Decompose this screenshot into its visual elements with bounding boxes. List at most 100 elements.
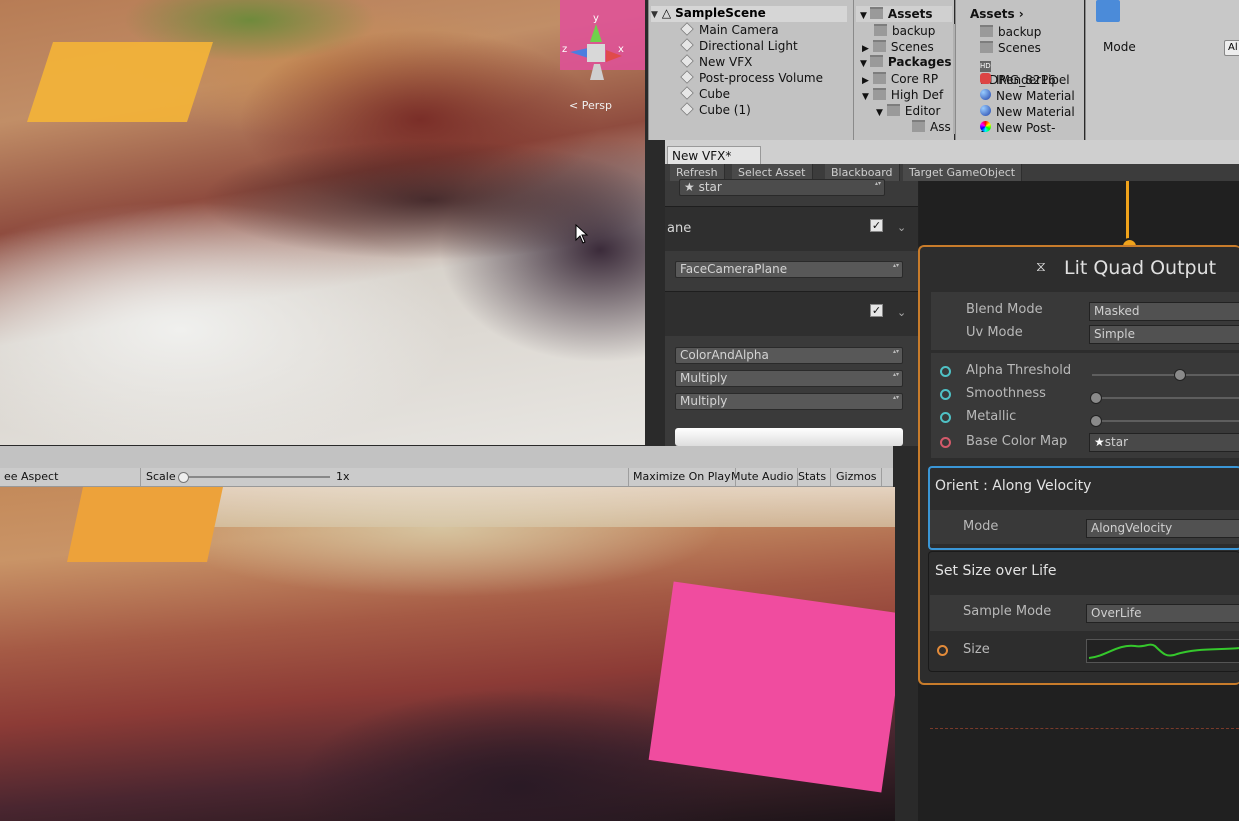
mouse-cursor-icon: [575, 224, 589, 244]
persp-label[interactable]: < Persp: [569, 99, 612, 112]
hierarchy-item-post-process[interactable]: Post-process Volume: [680, 70, 823, 86]
project-folder-backup[interactable]: backup: [874, 23, 935, 39]
project-packages-row[interactable]: ▼ Packages: [860, 55, 952, 69]
star-icon: ★: [684, 180, 695, 194]
scale-value: 1x: [336, 470, 350, 483]
blend-mode-dropdown[interactable]: Masked: [1089, 302, 1239, 321]
asset-scenes[interactable]: Scenes: [980, 40, 1041, 56]
scene-view[interactable]: [0, 0, 645, 445]
hierarchy-item-directional-light[interactable]: Directional Light: [680, 38, 798, 54]
hierarchy-item-cube[interactable]: Cube: [680, 86, 730, 102]
smoothness-port[interactable]: [940, 389, 951, 400]
blend-mode-label: Blend Mode: [966, 302, 1043, 317]
left-section-1-header[interactable]: ane ✓ ⌄: [665, 206, 918, 251]
assets-breadcrumb[interactable]: Assets ›: [970, 7, 1024, 21]
folder-icon: [874, 24, 887, 36]
image-icon: [980, 73, 991, 84]
gizmo-axis-z: z: [562, 44, 567, 55]
base-color-map-label: Base Color Map: [966, 434, 1068, 449]
asset-img-8216[interactable]: IMG_8216: [980, 72, 1056, 88]
assets-panel: Assets › backup Scenes HDHDRenderPipel I…: [955, 0, 1084, 151]
metallic-port[interactable]: [940, 412, 951, 423]
size-curve-field[interactable]: [1086, 639, 1239, 663]
project-folder-core-rp[interactable]: ▶ Core RP: [862, 71, 938, 87]
project-folder-editor[interactable]: ▼ Editor: [876, 103, 940, 119]
metallic-slider[interactable]: [1092, 420, 1239, 422]
folder-icon: [980, 25, 993, 37]
orient-mode-dropdown[interactable]: AlongVelocity: [1086, 519, 1239, 538]
face-camera-dropdown[interactable]: FaceCameraPlane: [675, 261, 903, 278]
alpha-threshold-port[interactable]: [940, 366, 951, 377]
folder-icon: [886, 104, 900, 116]
gizmos-button[interactable]: Gizmos: [832, 468, 882, 486]
maximize-on-play-button[interactable]: Maximize On Play: [628, 468, 736, 486]
alpha-threshold-slider[interactable]: [1092, 374, 1239, 376]
postprocess-icon: [980, 121, 991, 132]
alpha-threshold-knob[interactable]: [1174, 369, 1186, 381]
scale-slider[interactable]: [180, 476, 330, 478]
stats-button[interactable]: Stats: [794, 468, 832, 486]
scale-slider-knob[interactable]: [178, 472, 189, 483]
mute-audio-button[interactable]: Mute Audio: [727, 468, 799, 486]
left-section-2-header[interactable]: ✓ ⌄: [665, 291, 918, 336]
uv-mode-dropdown[interactable]: Simple: [1089, 325, 1239, 344]
size-port[interactable]: [937, 645, 948, 656]
asset-backup[interactable]: backup: [980, 24, 1041, 40]
project-tree-panel: ▼ Assets backup ▶ Scenes ▼ Packages ▶ Core R…: [853, 0, 954, 140]
color-mode-dropdown[interactable]: ColorAndAlpha: [675, 347, 903, 364]
vfx-graph-gutter: [895, 446, 918, 821]
smoothness-label: Smoothness: [966, 386, 1046, 401]
blend-dropdown-2[interactable]: Multiply: [675, 393, 903, 410]
vfx-left-panel: ★ star ane ✓ ⌄ FaceCameraPlane ✓ ⌄ Color…: [665, 179, 919, 446]
vfx-tab[interactable]: New VFX*: [667, 146, 761, 165]
alpha-threshold-label: Alpha Threshold: [966, 363, 1072, 378]
texture-field[interactable]: ★ star: [679, 179, 885, 196]
hierarchy-panel: ▼ △ SampleScene Main Camera Directional Li…: [648, 0, 853, 140]
hierarchy-item-new-vfx[interactable]: New VFX: [680, 54, 752, 70]
asset-new-material[interactable]: New Material: [980, 88, 1075, 104]
chevron-down-icon[interactable]: ⌄: [897, 221, 906, 234]
asset-new-material-1[interactable]: New Material 1: [980, 104, 1084, 135]
node-title: Lit Quad Output: [1064, 257, 1217, 279]
chevron-down-icon[interactable]: ⌄: [897, 306, 906, 319]
asset-hdrenderpipeline[interactable]: HDHDRenderPipel: [980, 56, 1084, 87]
metallic-knob[interactable]: [1090, 415, 1102, 427]
left-section-2-checkbox[interactable]: ✓: [870, 304, 883, 317]
folder-icon: [980, 41, 993, 53]
orient-mode-label: Mode: [963, 519, 999, 534]
inspector-mode-button[interactable]: Al: [1224, 40, 1239, 56]
project-assets-row[interactable]: ▼ Assets: [860, 7, 933, 21]
flow-dashed-line: [930, 728, 1239, 729]
flow-wire: [1126, 181, 1129, 243]
game-yellow-cube: [67, 487, 223, 562]
base-color-map-field[interactable]: ★star: [1089, 433, 1239, 452]
game-tab-strip: [0, 446, 893, 468]
gameobject-icon: [680, 22, 694, 36]
aspect-dropdown[interactable]: ee Aspect: [0, 468, 141, 486]
game-view[interactable]: [0, 487, 895, 821]
scale-label: Scale: [146, 470, 176, 483]
hierarchy-scene-row[interactable]: ▼ △ SampleScene: [651, 6, 847, 22]
smoothness-knob[interactable]: [1090, 392, 1102, 404]
left-section-1-checkbox[interactable]: ✓: [870, 219, 883, 232]
asset-new-post-process[interactable]: New Post-proce: [980, 120, 1084, 151]
gameobject-icon: [680, 86, 694, 100]
folder-icon: [869, 7, 883, 19]
output-node-icon: ⧖: [1036, 259, 1046, 275]
base-color-map-port[interactable]: [940, 437, 951, 448]
hierarchy-item-cube-1[interactable]: Cube (1): [680, 102, 751, 118]
target-gameobject-button[interactable]: Target GameObject: [903, 164, 1023, 181]
project-folder-high-def[interactable]: ▼ High Def: [862, 87, 943, 103]
project-folder-scenes[interactable]: ▶ Scenes: [862, 39, 934, 55]
inspector-panel: Mode Al: [1085, 0, 1239, 140]
gradient-field[interactable]: [675, 428, 903, 446]
game-pink-cube: [648, 581, 895, 793]
project-folder-ass[interactable]: Ass: [912, 119, 951, 135]
scene-orientation-gizmo[interactable]: y z x: [560, 12, 632, 102]
gizmo-axis-x: x: [618, 44, 624, 55]
smoothness-slider[interactable]: [1092, 397, 1239, 399]
hierarchy-item-main-camera[interactable]: Main Camera: [680, 22, 779, 38]
blend-dropdown-1[interactable]: Multiply: [675, 370, 903, 387]
star-icon: ★: [1094, 435, 1105, 449]
sample-mode-dropdown[interactable]: OverLife: [1086, 604, 1239, 623]
